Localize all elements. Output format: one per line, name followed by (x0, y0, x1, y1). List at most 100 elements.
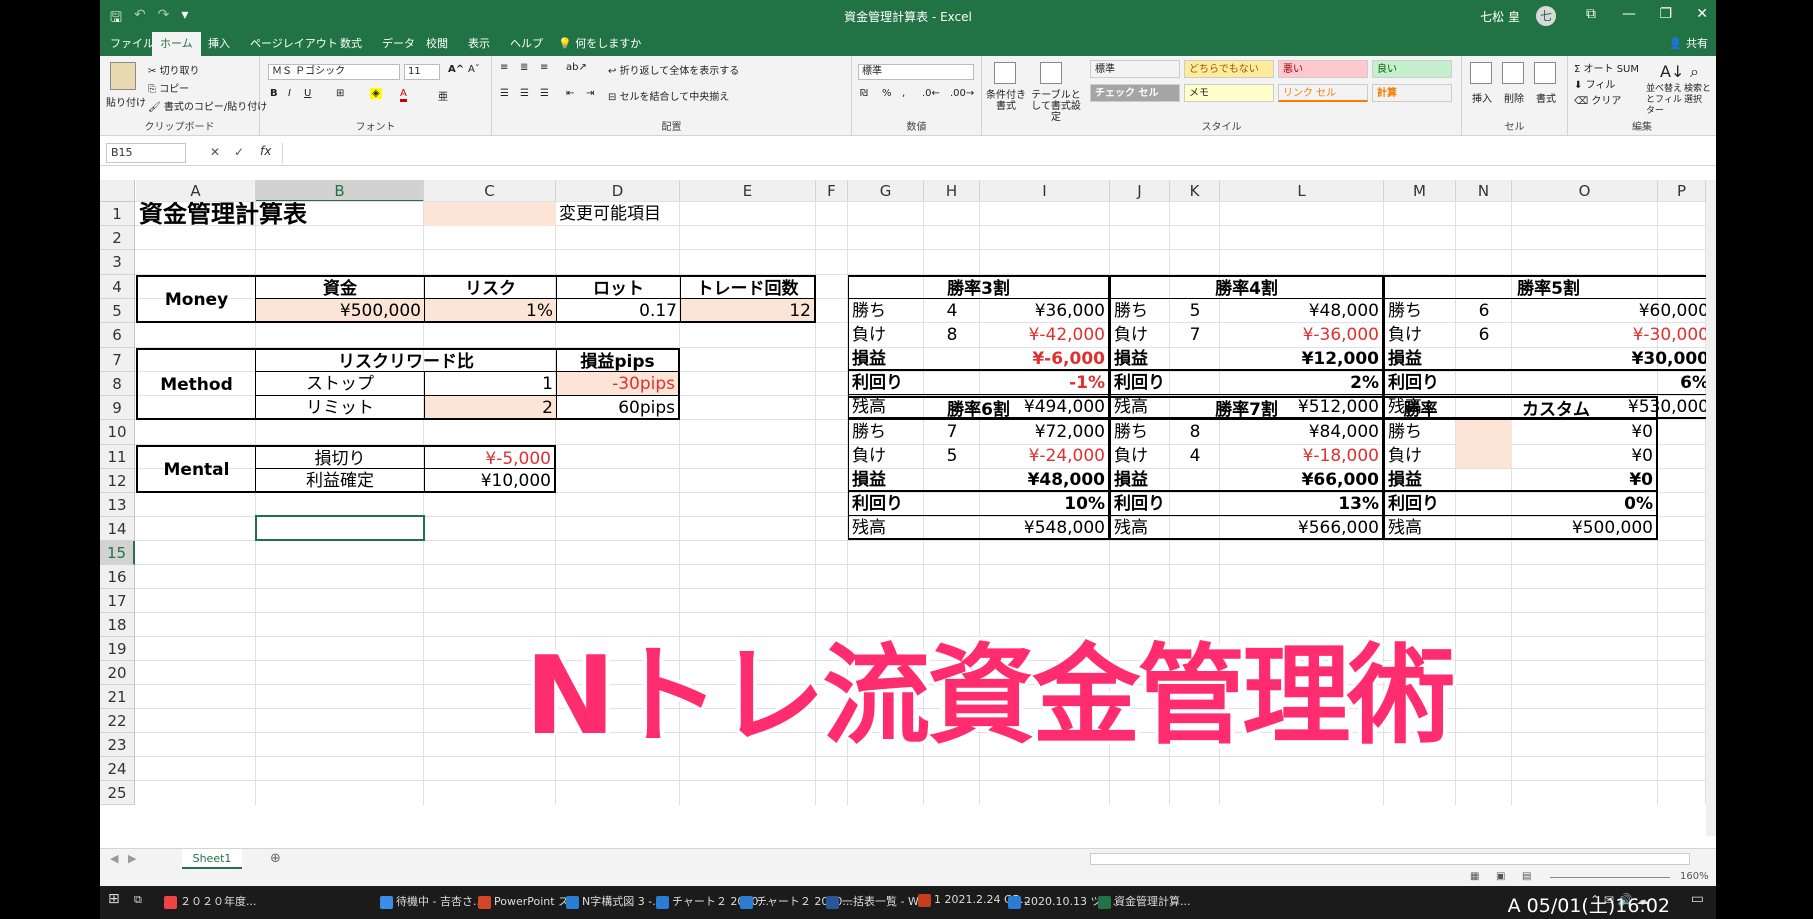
winrate-50-win-amount[interactable]: ¥60,000 (1512, 299, 1706, 323)
winrate-40-win-amount[interactable]: ¥48,000 (1220, 299, 1384, 323)
custom-balance-value[interactable]: ¥500,000 (1512, 516, 1658, 540)
conditional-format-icon[interactable] (994, 62, 1016, 84)
column-header-o[interactable]: O (1512, 180, 1658, 202)
winrate-30-title[interactable]: 勝率3割 (848, 275, 1110, 299)
row-header-22[interactable]: 22 (100, 709, 135, 733)
taskbar-app-4[interactable]: N字構式図 3 -... (566, 893, 663, 909)
column-header-f[interactable]: F (816, 180, 848, 202)
find-select-icon[interactable]: ⌕ (1690, 62, 1699, 82)
winrate-40-yield-label[interactable]: 利回り (1110, 371, 1220, 395)
winrate-60-win-label[interactable]: 勝ち (848, 420, 924, 444)
prev-sheet-icon[interactable]: ◀ (110, 852, 118, 865)
sheet-tab-sheet1[interactable]: Sheet1 (182, 849, 242, 869)
row-header-9[interactable]: 9 (100, 396, 135, 420)
copy-button[interactable]: ⎘ コピー (148, 80, 189, 95)
row-header-7[interactable]: 7 (100, 348, 135, 372)
style-normal[interactable]: 標準 (1090, 60, 1180, 78)
winrate-40-loss-count[interactable]: 7 (1170, 323, 1220, 347)
font-name-select[interactable]: ＭＳ Ｐゴシック (268, 64, 400, 80)
style-bad[interactable]: 悪い (1278, 60, 1368, 78)
page-layout-view-icon[interactable]: ▣ (1496, 871, 1505, 882)
restore-button[interactable]: ❐ (1659, 6, 1672, 22)
zoom-slider[interactable] (1550, 877, 1670, 878)
row-header-10[interactable]: 10 (100, 420, 135, 445)
taskbar-app-1[interactable]: ２０２０年度... (164, 893, 257, 909)
winrate-40-win-label[interactable]: 勝ち (1110, 299, 1170, 323)
row-header-2[interactable]: 2 (100, 226, 135, 250)
fill-button[interactable]: ⬇ フィル (1574, 76, 1615, 91)
loss-cut-label[interactable]: 損切り (256, 445, 424, 469)
format-cells-button[interactable]: 書式 (1536, 90, 1556, 105)
winrate-40-pnl-value[interactable]: ¥12,000 (1220, 347, 1384, 371)
winrate-60-title[interactable]: 勝率6割 (848, 396, 1110, 420)
sheet-title[interactable]: 資金管理計算表 (136, 202, 336, 226)
orientation-icon[interactable]: ab↗ (566, 62, 587, 73)
select-all-corner[interactable] (100, 180, 135, 202)
money-lot-value[interactable]: 0.17 (556, 299, 680, 323)
paste-button[interactable]: 貼り付け (106, 94, 146, 109)
column-header-a[interactable]: A (136, 180, 256, 202)
limit-label[interactable]: リミット (256, 396, 424, 420)
column-header-b[interactable]: B (256, 180, 424, 202)
bold-icon[interactable]: B (270, 88, 278, 99)
tab-review[interactable]: 校閲 (418, 32, 456, 56)
align-bottom-icon[interactable]: ≡ (540, 62, 548, 73)
avatar[interactable]: 七 (1536, 6, 1556, 26)
font-color-icon[interactable]: A (400, 88, 407, 102)
row-header-19[interactable]: 19 (100, 637, 135, 661)
winrate-30-loss-label[interactable]: 負け (848, 323, 924, 347)
tab-formulas[interactable]: 数式 (332, 32, 370, 56)
stop-label[interactable]: ストップ (256, 372, 424, 396)
borders-icon[interactable]: ⊞ (336, 88, 344, 99)
changeable-legend-swatch[interactable] (424, 202, 556, 226)
row-header-21[interactable]: 21 (100, 685, 135, 709)
ribbon-display-icon[interactable]: ⧉ (1586, 6, 1596, 22)
clear-button[interactable]: ⌫ クリア (1574, 92, 1621, 107)
task-view-icon[interactable]: ⧉ (134, 893, 142, 907)
row-header-6[interactable]: 6 (100, 323, 135, 348)
winrate-70-yield-value[interactable]: 13% (1220, 492, 1384, 516)
name-box[interactable]: B15 (106, 143, 186, 163)
winrate-70-pnl-value[interactable]: ¥66,000 (1220, 468, 1384, 492)
decrease-decimal-icon[interactable]: .00→ (950, 88, 974, 99)
insert-cells-button[interactable]: 挿入 (1472, 90, 1492, 105)
winrate-70-balance-label[interactable]: 残高 (1110, 516, 1220, 540)
row-header-5[interactable]: 5 (100, 299, 135, 323)
winrate-70-win-amount[interactable]: ¥84,000 (1220, 420, 1384, 444)
column-header-c[interactable]: C (424, 180, 556, 202)
money-capital-value[interactable]: ¥500,000 (256, 299, 424, 323)
formula-input[interactable] (282, 143, 1710, 163)
row-header-25[interactable]: 25 (100, 781, 135, 805)
limit-pips-value[interactable]: 60pips (556, 396, 680, 420)
cut-button[interactable]: ✂ 切り取り (148, 62, 200, 77)
format-cells-icon[interactable] (1534, 62, 1556, 84)
align-right-icon[interactable]: ☰ (540, 88, 549, 99)
money-header-risk[interactable]: リスク (424, 275, 556, 299)
loss-cut-value[interactable]: ¥-5,000 (424, 445, 556, 469)
row-header-16[interactable]: 16 (100, 565, 135, 589)
wrap-text-button[interactable]: ↩ 折り返して全体を表示する (608, 62, 739, 77)
autosum-button[interactable]: Σ オート SUM (1574, 60, 1639, 75)
winrate-50-win-count[interactable]: 6 (1456, 299, 1512, 323)
winrate-40-loss-label[interactable]: 負け (1110, 323, 1170, 347)
row-header-13[interactable]: 13 (100, 493, 135, 517)
money-label[interactable]: Money (136, 275, 256, 323)
custom-loss-label[interactable]: 負け (1384, 444, 1456, 468)
row-header-15[interactable]: 15 (100, 541, 135, 565)
style-good[interactable]: 良い (1372, 60, 1452, 78)
winrate-50-title[interactable]: 勝率5割 (1384, 275, 1706, 299)
style-calculation[interactable]: 計算 (1372, 84, 1452, 102)
normal-view-icon[interactable]: ▦ (1470, 871, 1479, 882)
decrease-indent-icon[interactable]: ⇤ (566, 88, 574, 99)
merge-center-button[interactable]: ⊟ セルを結合して中央揃え (608, 88, 729, 103)
winrate-40-yield-value[interactable]: 2% (1220, 371, 1384, 395)
row-header-1[interactable]: 1 (100, 202, 135, 226)
winrate-30-win-label[interactable]: 勝ち (848, 299, 924, 323)
winrate-70-pnl-label[interactable]: 損益 (1110, 468, 1220, 492)
take-profit-label[interactable]: 利益確定 (256, 469, 424, 493)
row-header-12[interactable]: 12 (100, 469, 135, 493)
winrate-30-pnl-value[interactable]: ¥-6,000 (980, 347, 1110, 371)
method-label[interactable]: Method (136, 348, 256, 420)
winrate-50-yield-label[interactable]: 利回り (1384, 371, 1512, 395)
share-button[interactable]: 👤 共有 (1669, 32, 1708, 56)
